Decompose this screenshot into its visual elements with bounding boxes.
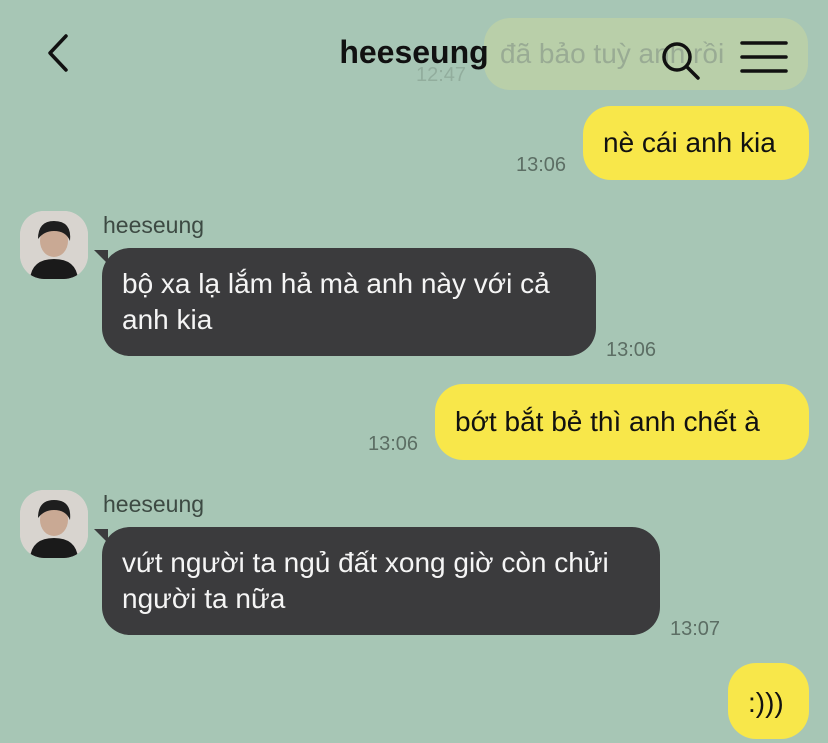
message-text: :))) [748, 687, 784, 718]
avatar[interactable] [20, 211, 88, 279]
menu-icon [740, 41, 788, 73]
search-icon [662, 42, 700, 80]
avatar[interactable] [20, 490, 88, 558]
outgoing-message-bubble[interactable]: bớt bắt bẻ thì anh chết à [435, 384, 809, 460]
message-text: vứt người ta ngủ đất xong giờ còn chửi n… [122, 547, 609, 614]
incoming-message-bubble[interactable]: bộ xa lạ lắm hả mà anh này với cả anh ki… [102, 248, 596, 356]
message-text: bớt bắt bẻ thì anh chết à [455, 406, 760, 437]
outgoing-message-bubble[interactable]: nè cái anh kia [583, 106, 809, 180]
message-time: 13:06 [368, 433, 419, 455]
message-time: 13:06 [606, 339, 657, 361]
menu-button[interactable] [738, 38, 790, 78]
back-button[interactable] [40, 30, 80, 76]
message-text: nè cái anh kia [603, 127, 776, 158]
sender-name: heeseung [103, 212, 205, 238]
sender-name: heeseung [103, 491, 205, 517]
chevron-left-icon [48, 34, 68, 72]
incoming-message-bubble[interactable]: vứt người ta ngủ đất xong giờ còn chửi n… [102, 527, 660, 635]
message-time: 13:07 [670, 618, 721, 640]
profile-photo-icon [20, 211, 88, 279]
chat-title: heeseung [339, 34, 489, 70]
message-time: 13:06 [516, 154, 567, 176]
profile-photo-icon [20, 490, 88, 558]
message-text: bộ xa lạ lắm hả mà anh này với cả anh ki… [122, 268, 550, 335]
search-button[interactable] [658, 38, 704, 84]
outgoing-message-bubble[interactable]: :))) [728, 663, 809, 739]
